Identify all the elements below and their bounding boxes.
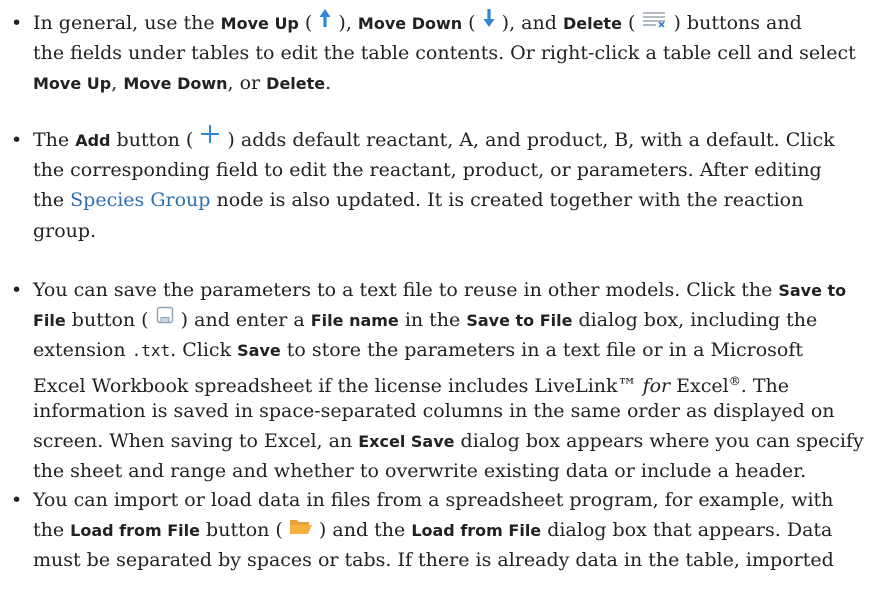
delete-icon: [641, 7, 667, 38]
text-run: to store the parameters in a text file o…: [280, 339, 804, 362]
bold-term: Load from File: [411, 521, 542, 541]
text-run: extension: [33, 339, 132, 362]
text-run: the: [33, 189, 71, 212]
text-line: You can save the parameters to a text fi…: [33, 275, 846, 306]
text-run: information is saved in space-separated …: [33, 399, 835, 422]
text-run: Excel: [670, 374, 729, 397]
text-run: ),: [332, 12, 358, 34]
bullet-marker: •: [11, 279, 23, 301]
text-run: in the: [398, 309, 467, 332]
text-run: the corresponding field to edit the reac…: [33, 159, 822, 182]
text-run: must be separated by spaces or tabs. If …: [33, 549, 834, 572]
text-run: node is also updated. It is created toge…: [210, 189, 804, 212]
save-icon: [155, 304, 175, 335]
bullet-marker: •: [11, 129, 23, 151]
text-run: the fields under tables to edit the tabl…: [33, 42, 856, 65]
bullet-marker: •: [11, 489, 23, 511]
text-run: button (: [110, 129, 200, 151]
text-line: information is saved in space-separated …: [33, 396, 835, 427]
bold-term: Save to File: [466, 311, 573, 331]
text-run: You can save the parameters to a text fi…: [33, 279, 779, 301]
text-run: . Click: [170, 339, 238, 362]
text-run: ) and the: [312, 519, 412, 542]
text-line: must be separated by spaces or tabs. If …: [33, 545, 834, 576]
text-line: screen. When saving to Excel, an Excel S…: [33, 426, 864, 457]
text-run: ), and: [495, 12, 563, 34]
text-run: .: [325, 72, 332, 95]
move-up-icon: [318, 7, 332, 38]
text-run: The: [33, 129, 76, 151]
text-run: . The: [740, 374, 789, 397]
text-line: Move Up, Move Down, or Delete.: [33, 68, 331, 99]
bold-term: Load from File: [70, 521, 200, 541]
bold-term: Excel Save: [358, 432, 455, 451]
species-group-link[interactable]: Species Group: [70, 189, 210, 211]
text-run: button (: [65, 309, 155, 332]
text-run: dialog box appears where you can specify: [454, 430, 864, 452]
bold-term: File: [33, 311, 66, 331]
text-line: The Add button ( ) adds default reactant…: [33, 125, 835, 156]
code-text: .txt: [131, 341, 171, 361]
text-run: , or: [227, 72, 267, 95]
text-run: ) and enter a: [174, 309, 311, 332]
text-run: ) buttons and: [667, 12, 802, 34]
text-run: dialog box that appears. Data: [541, 519, 833, 542]
move-down-icon: [482, 7, 496, 38]
text-run: You can import or load data in files fro…: [33, 489, 834, 511]
text-run: the: [33, 519, 71, 542]
text-line: group.: [33, 216, 96, 247]
text-line: You can import or load data in files fro…: [33, 485, 833, 516]
text-run: Excel Workbook spreadsheet if the licens…: [33, 374, 643, 397]
text-line: File button ( ) and enter a File name in…: [33, 305, 817, 336]
text-run: the sheet and range and whether to overw…: [33, 460, 807, 483]
bold-term: Save: [237, 341, 281, 361]
text-line: Excel Workbook spreadsheet if the licens…: [33, 366, 789, 397]
bold-term: Delete: [266, 74, 326, 94]
registered-mark: ®: [728, 373, 741, 388]
bold-term: Move Down: [357, 14, 463, 33]
bold-term: Move Up: [33, 74, 112, 94]
bullet-marker: •: [11, 12, 23, 34]
add-icon: [199, 123, 221, 155]
load-folder-icon: [289, 514, 313, 545]
text-line: In general, use the Move Up ( ), Move Do…: [33, 8, 802, 39]
bold-term: Move Down: [123, 74, 228, 94]
text-line: the corresponding field to edit the reac…: [33, 155, 822, 186]
text-line: the fields under tables to edit the tabl…: [33, 38, 856, 69]
text-run: screen. When saving to Excel, an: [33, 430, 359, 452]
text-run: ,: [111, 72, 124, 95]
text-line: the Load from File button ( ) and the Lo…: [33, 515, 832, 546]
bold-term: Delete: [562, 14, 622, 33]
text-run: ) adds default reactant, A, and product,…: [221, 129, 835, 151]
bold-term: Add: [75, 131, 111, 150]
text-run: (: [462, 12, 482, 34]
text-run: (: [298, 12, 319, 34]
text-run: (: [621, 12, 642, 34]
text-run: button (: [200, 519, 289, 542]
text-line: the Species Group node is also updated. …: [33, 185, 803, 216]
bold-term: File name: [310, 311, 399, 331]
text-run: group.: [33, 219, 97, 242]
italic-text: for: [642, 374, 671, 397]
bold-term: Save to: [778, 281, 847, 300]
bold-term: Move Up: [220, 14, 299, 33]
text-run: In general, use the: [33, 12, 221, 34]
text-line: the sheet and range and whether to overw…: [33, 456, 806, 487]
text-line: extension .txt. Click Save to store the …: [33, 335, 803, 366]
text-run: dialog box, including the: [572, 309, 818, 332]
